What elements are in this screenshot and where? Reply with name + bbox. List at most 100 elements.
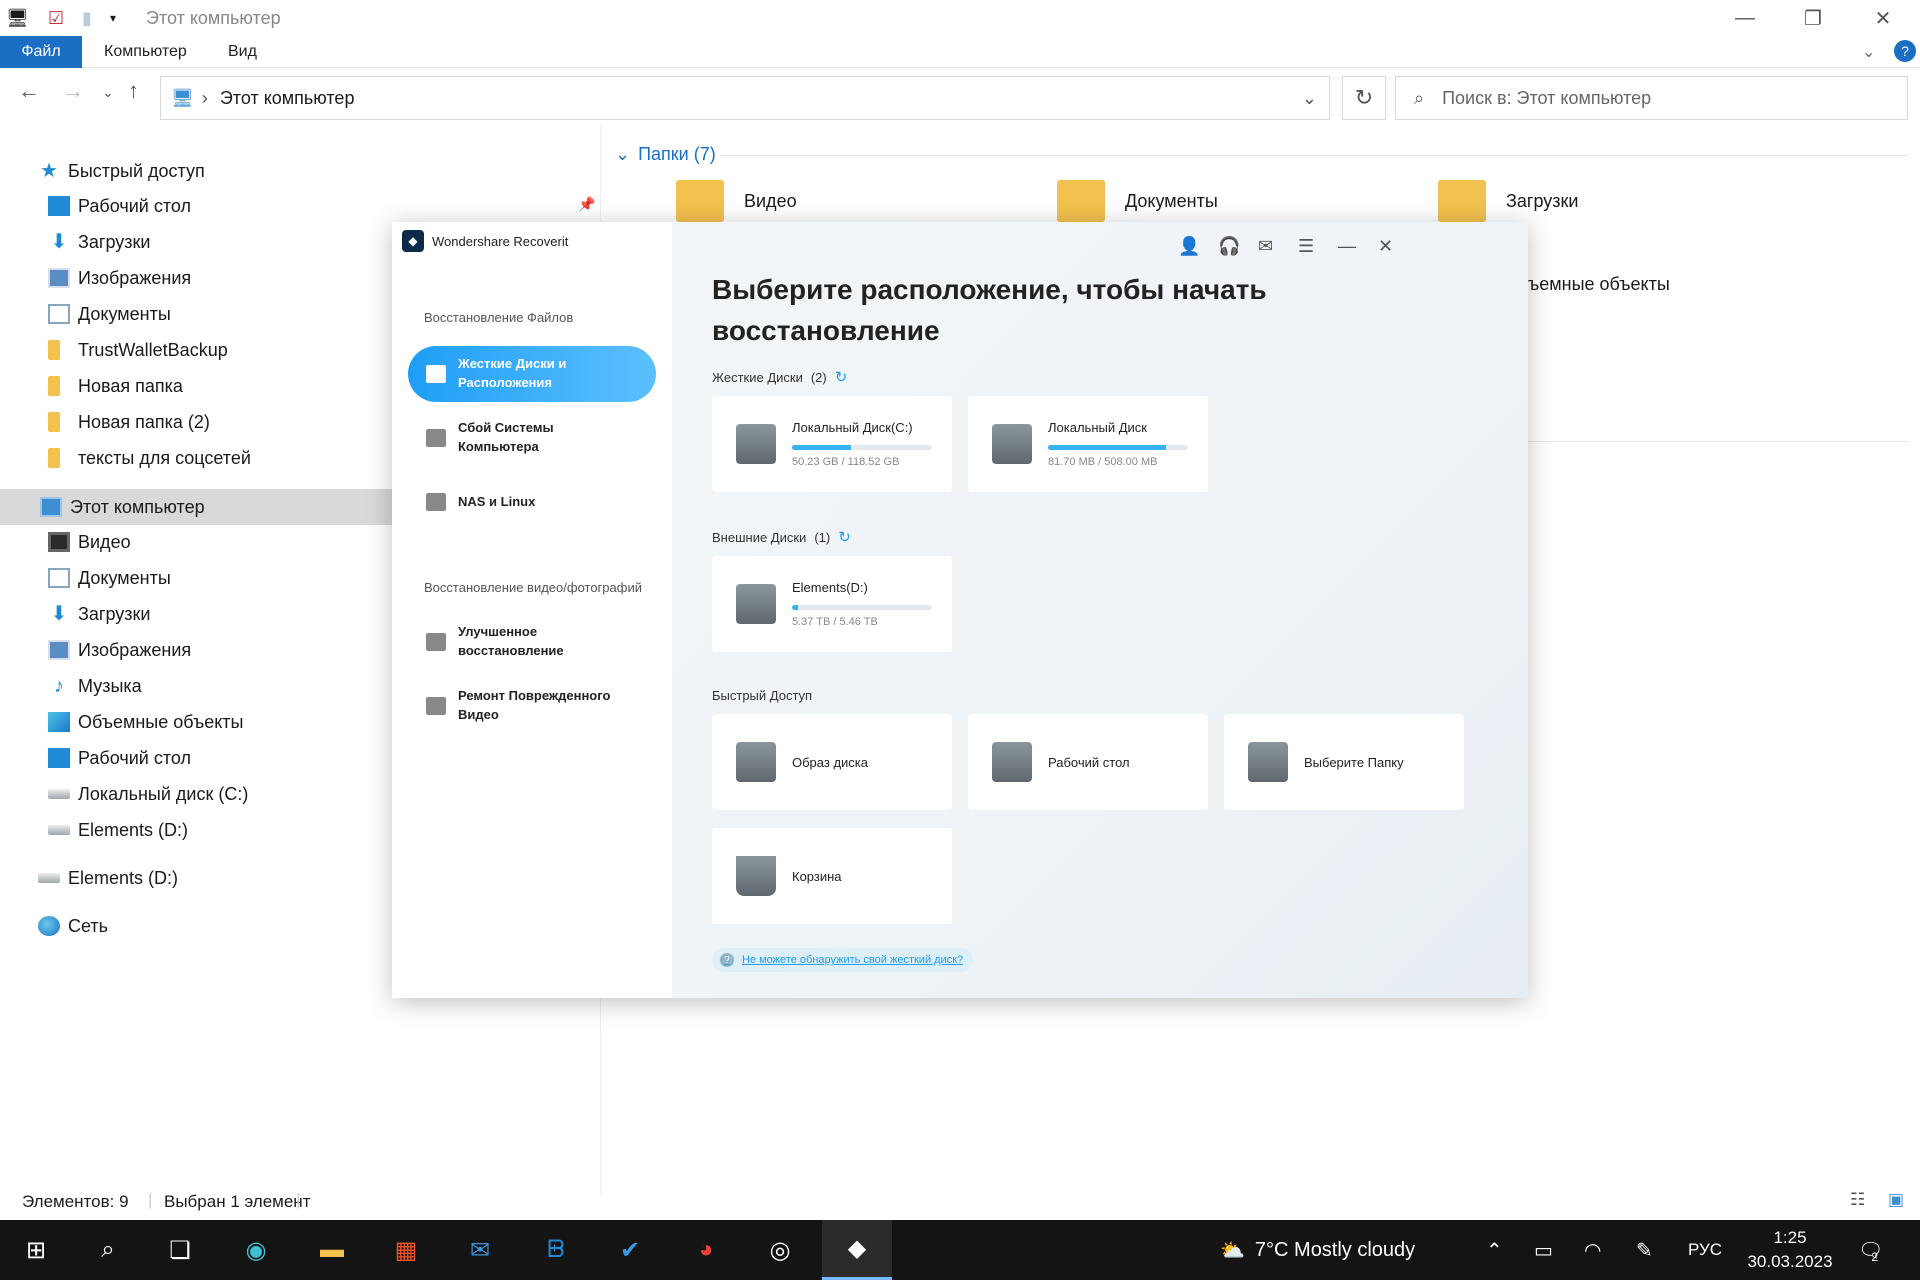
nav-pc-3d-objects[interactable]: Объемные объекты xyxy=(48,705,243,739)
folder-downloads[interactable]: Загрузки xyxy=(1438,180,1578,222)
nav-item-documents[interactable]: Документы xyxy=(48,297,171,331)
nav-item-new-folder[interactable]: Новая папка xyxy=(48,369,183,403)
file-explorer-icon[interactable]: ▬ xyxy=(312,1230,352,1270)
pen-icon[interactable]: ✎ xyxy=(1636,1220,1653,1280)
windows-start-icon[interactable]: ⊞ xyxy=(16,1230,56,1270)
nav-item-trustwallet[interactable]: TrustWalletBackup xyxy=(48,333,228,367)
nav-item-social-texts[interactable]: тексты для соцсетей xyxy=(48,441,251,475)
folder-documents[interactable]: Документы xyxy=(1057,180,1218,222)
user-icon[interactable]: 👤 xyxy=(1178,236,1200,257)
bing-icon[interactable]: ᗸ xyxy=(536,1230,576,1270)
nav-item-desktop[interactable]: Рабочий стол xyxy=(48,189,191,223)
nav-pc-desktop[interactable]: Рабочий стол xyxy=(48,741,191,775)
nav-pc-pictures[interactable]: Изображения xyxy=(48,633,191,667)
ribbon-expand-icon[interactable]: ⌄ xyxy=(1862,42,1875,62)
quick-select-folder[interactable]: Выберите Папку xyxy=(1224,714,1464,810)
nav-quick-access[interactable]: ★ Быстрый доступ xyxy=(38,154,205,188)
nav-this-pc[interactable]: Этот компьютер xyxy=(0,489,392,525)
minimize-button[interactable]: — xyxy=(1710,0,1780,36)
up-arrow-icon[interactable]: ↑ xyxy=(128,78,139,104)
desktop-icon xyxy=(48,196,70,216)
clock[interactable]: 1:25 30.03.2023 xyxy=(1740,1226,1840,1274)
folder-icon xyxy=(48,412,60,432)
recent-dropdown-icon[interactable]: ⌄ xyxy=(102,84,114,101)
nav-pc-elements-d[interactable]: Elements (D:) xyxy=(48,813,188,847)
forward-arrow-icon[interactable]: → xyxy=(62,78,84,104)
nav-pc-downloads[interactable]: ⬇ Загрузки xyxy=(48,597,151,631)
address-dropdown-icon[interactable]: ⌄ xyxy=(1302,88,1317,109)
nav-item-new-folder-2[interactable]: Новая папка (2) xyxy=(48,405,210,439)
details-view-icon[interactable]: ☷ xyxy=(1850,1190,1865,1210)
maximize-button[interactable]: ❐ xyxy=(1778,0,1848,36)
address-bar[interactable]: 🖥 › Этот компьютер ⌄ xyxy=(160,76,1330,120)
pin-icon[interactable]: 📌 xyxy=(578,196,595,213)
drive-card-local[interactable]: Локальный Диск 81.70 MB / 508.00 MB xyxy=(968,396,1208,492)
back-arrow-icon[interactable]: ← xyxy=(18,78,40,104)
quick-desktop[interactable]: Рабочий стол xyxy=(968,714,1208,810)
nav-item-pictures[interactable]: Изображения xyxy=(48,261,191,295)
opera-icon[interactable]: ◎ xyxy=(760,1230,800,1270)
folder-video[interactable]: Видео xyxy=(676,180,797,222)
nav-pc-documents[interactable]: Документы xyxy=(48,561,171,595)
help-icon[interactable]: ? xyxy=(1894,40,1916,62)
wifi-icon[interactable]: ◠ xyxy=(1584,1220,1601,1280)
external-disks-label: Внешние Диски (1) ↻ xyxy=(712,529,851,546)
video-folder-icon xyxy=(676,180,724,222)
nav-network[interactable]: Сеть xyxy=(38,909,108,943)
nav-pc-music[interactable]: ♪ Музыка xyxy=(48,669,142,703)
new-folder-icon[interactable]: ▮ xyxy=(82,6,92,30)
tab-computer[interactable]: Компьютер xyxy=(82,36,209,68)
sidebar-item-video-repair[interactable]: Ремонт Поврежденного Видео xyxy=(408,678,656,734)
breadcrumb-chevron-icon[interactable]: › xyxy=(202,88,208,109)
quick-recycle-bin[interactable]: Корзина xyxy=(712,828,952,924)
mail-icon[interactable]: ✉ xyxy=(1258,236,1273,257)
folder-3d-objects-partial[interactable]: ъемные объекты xyxy=(1528,274,1670,295)
mail-app-icon[interactable]: ✉ xyxy=(460,1230,500,1270)
language-indicator[interactable]: РУС xyxy=(1688,1220,1722,1280)
battery-icon[interactable]: ▭ xyxy=(1534,1220,1553,1280)
close-icon[interactable]: ✕ xyxy=(1378,236,1393,257)
recoverit-taskbar-icon[interactable]: ◆ xyxy=(822,1220,892,1280)
minimize-icon[interactable]: — xyxy=(1338,236,1356,257)
refresh-icon[interactable]: ↻ xyxy=(838,529,851,546)
task-view-icon[interactable]: ❏ xyxy=(160,1230,200,1270)
search-icon[interactable]: ⌕ xyxy=(88,1230,128,1270)
computer-icon xyxy=(40,497,62,517)
refresh-button[interactable]: ↻ xyxy=(1342,76,1386,120)
refresh-icon[interactable]: ↻ xyxy=(835,369,848,386)
help-link[interactable]: ? Не можете обнаружить свой жесткий диск… xyxy=(712,948,974,972)
microsoft-store-icon[interactable]: ▦ xyxy=(386,1230,426,1270)
folders-group-header[interactable]: ⌄ Папки (7) xyxy=(615,144,716,165)
show-hidden-icons-chevron-icon[interactable]: ⌃ xyxy=(1486,1220,1503,1280)
sidebar-item-system-crash[interactable]: Сбой Системы Компьютера xyxy=(408,410,656,466)
quick-access-dropdown-icon[interactable]: ▾ xyxy=(110,6,116,30)
search-placeholder[interactable]: Поиск в: Этот компьютер xyxy=(1442,88,1651,109)
properties-icon[interactable]: ☑ xyxy=(48,6,64,30)
todo-app-icon[interactable]: ✔ xyxy=(610,1230,650,1270)
sidebar-item-hard-disks[interactable]: Жесткие Диски и Расположения xyxy=(408,346,656,402)
search-input[interactable]: ⌕ Поиск в: Этот компьютер xyxy=(1395,76,1908,120)
quick-disk-image[interactable]: Образ диска xyxy=(712,714,952,810)
tiles-view-icon[interactable]: ▣ xyxy=(1888,1190,1904,1210)
headset-support-icon[interactable]: 🎧 xyxy=(1218,236,1240,257)
drive-card-elements-d[interactable]: Elements(D:) 5.37 TB / 5.46 TB xyxy=(712,556,952,652)
sidebar-item-enhanced-recovery[interactable]: Улучшенное восстановление xyxy=(408,614,656,670)
nav-item-downloads[interactable]: ⬇ Загрузки xyxy=(48,225,151,259)
sidebar-item-nas-linux[interactable]: NAS и Linux xyxy=(408,474,656,530)
trash-icon xyxy=(736,856,776,896)
close-button[interactable]: ✕ xyxy=(1848,0,1918,36)
weather-widget[interactable]: ⛅ 7°C Mostly cloudy xyxy=(1220,1220,1415,1280)
drive-card-c[interactable]: Локальный Диск(C:) 50.23 GB / 118.52 GB xyxy=(712,396,952,492)
nav-elements-d[interactable]: Elements (D:) xyxy=(38,861,178,895)
tab-view[interactable]: Вид xyxy=(206,36,279,68)
main-heading: Выберите расположение, чтобы начать восст… xyxy=(712,274,1267,346)
notifications-button[interactable]: 🗨 2 xyxy=(1858,1220,1883,1280)
nav-pc-video[interactable]: Видео xyxy=(48,525,131,559)
edge-browser-icon[interactable]: ◉ xyxy=(236,1230,276,1270)
menu-list-icon[interactable]: ☰ xyxy=(1298,236,1314,257)
nav-pc-local-disk-c[interactable]: Локальный диск (C:) xyxy=(48,777,248,811)
address-path[interactable]: Этот компьютер xyxy=(220,88,355,109)
download-arrow-icon: ⬇ xyxy=(50,231,68,253)
chrome-browser-icon[interactable]: ◕ xyxy=(686,1230,726,1270)
tab-file[interactable]: Файл xyxy=(0,36,82,68)
